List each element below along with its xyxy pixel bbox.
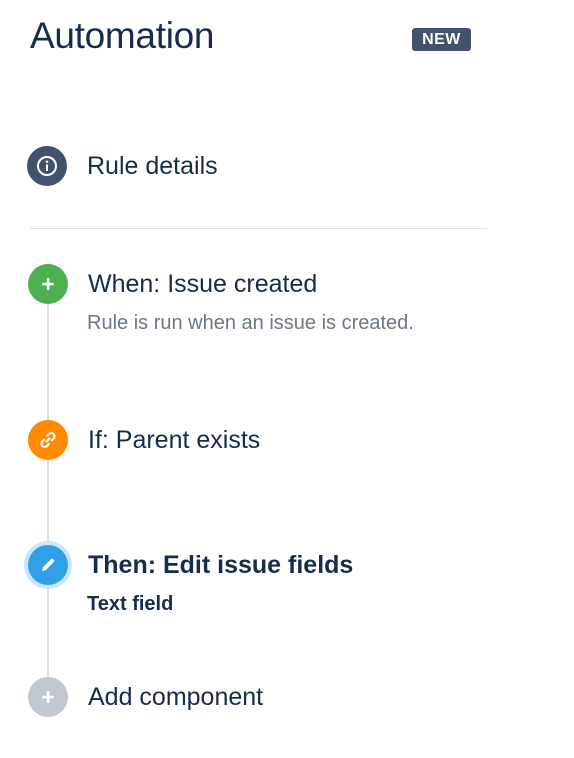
condition-step-label: If: Parent exists [88,426,261,454]
trigger-step-label: When: Issue created [88,270,318,298]
plus-icon [28,677,68,717]
info-icon [27,146,67,186]
new-badge: NEW [412,28,471,51]
divider [30,228,487,229]
link-icon [28,420,68,460]
trigger-step-description: Rule is run when an issue is created. [87,312,414,334]
pencil-icon [28,545,68,585]
add-component-label: Add component [88,683,264,711]
plus-icon [28,264,68,304]
rule-details-label: Rule details [87,152,218,180]
action-step-field: Text field [87,593,174,615]
timeline-connector [47,300,49,696]
page-title: Automation [30,15,215,56]
action-step-label: Then: Edit issue fields [88,551,354,579]
automation-panel: Automation NEW Rule details When: Issue … [0,0,574,758]
